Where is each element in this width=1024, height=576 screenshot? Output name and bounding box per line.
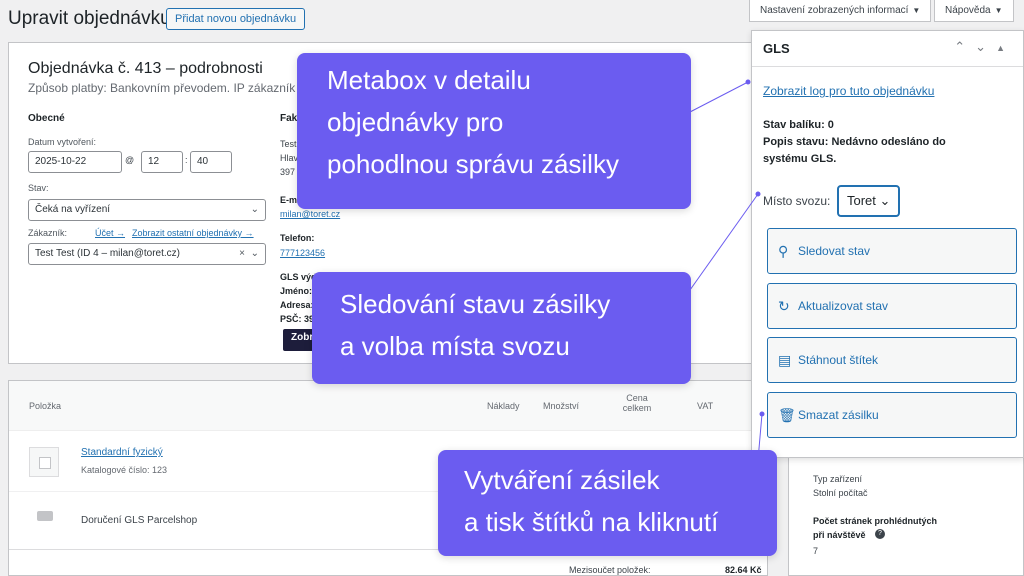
pickup-value: Toret xyxy=(847,193,876,208)
gls-metabox: GLS ⌃⌄▲ Zobrazit log pro tuto objednávku… xyxy=(751,30,1024,458)
callout-tracking: Sledování stavu zásilky a volba místa sv… xyxy=(312,272,691,384)
order-title: Objednávka č. 413 – podrobnosti xyxy=(28,60,263,77)
callout-line: Sledování stavu zásilky xyxy=(340,289,611,319)
device-type-value: Stolní počítač xyxy=(813,488,868,498)
hour-input[interactable]: 12 xyxy=(141,151,183,173)
screen-options-button[interactable]: Nastavení zobrazených informací ▼ xyxy=(749,0,932,22)
callout-line: Metabox v detailu xyxy=(327,65,531,95)
created-date-input[interactable]: 2025-10-22 xyxy=(28,151,122,173)
column-header: Náklady xyxy=(487,401,520,411)
email-link[interactable]: milan@toret.cz xyxy=(280,209,340,219)
pickup-label: Místo svozu: xyxy=(763,194,831,208)
column-header: Cena celkem xyxy=(622,393,652,413)
package-status: Stav balíku: 0 xyxy=(763,119,834,131)
column-header: VAT xyxy=(697,401,714,411)
gls-pickup-line: PSČ: 39 xyxy=(280,314,315,324)
status-description: Popis stavu: Nedávno odesláno do xyxy=(763,136,946,148)
callout-line: Vytváření zásilek xyxy=(464,465,660,495)
items-table-header: Položka Náklady Množství Cena celkem VAT xyxy=(9,381,767,431)
status-select[interactable]: Čeká na vyřízení ⌄ xyxy=(28,199,266,221)
gls-controls: ⌃⌄▲ xyxy=(954,39,1015,55)
email-label: E-m xyxy=(280,195,298,205)
other-orders-link[interactable]: Zobrazit ostatní objednávky → xyxy=(132,228,254,238)
callout-line: objednávky pro xyxy=(327,107,504,137)
caret-down-icon: ▼ xyxy=(912,6,921,15)
page-title: Upravit objednávku xyxy=(8,8,171,29)
column-header: Množství xyxy=(543,401,580,411)
callout-metabox: Metabox v detailu objednávky pro pohodln… xyxy=(297,53,691,209)
customer-label: Zákazník: xyxy=(28,228,68,238)
help-label: Nápověda xyxy=(945,5,991,16)
gls-header: GLS ⌃⌄▲ xyxy=(752,31,1023,67)
truck-icon xyxy=(37,511,53,521)
order-subtitle: Způsob platby: Bankovním převodem. IP zá… xyxy=(28,81,296,95)
chevron-down-icon[interactable]: ⌄ xyxy=(975,39,996,54)
callout-creation: Vytváření zásilek a tisk štítků na klikn… xyxy=(438,450,777,556)
refresh-icon: ↻ xyxy=(778,298,790,314)
chevron-down-icon: ⌄ xyxy=(250,248,259,259)
caret-down-icon: ▼ xyxy=(994,6,1003,15)
pdf-icon: ▤ xyxy=(778,352,792,368)
subtotal-value: 82.64 Kč xyxy=(725,565,762,575)
shipping-name: Doručení GLS Parcelshop xyxy=(81,515,198,526)
help-button[interactable]: Nápověda ▼ xyxy=(934,0,1014,22)
magnifier-icon: ⚲ xyxy=(778,243,789,259)
product-thumbnail xyxy=(29,447,59,477)
callout-line: a tisk štítků na kliknutí xyxy=(464,507,719,537)
gls-pickup-line: Jméno: xyxy=(280,286,313,296)
update-status-label: Aktualizovat stav xyxy=(798,299,889,313)
update-status-button[interactable]: ↻ Aktualizovat stav xyxy=(767,283,1017,329)
log-link[interactable]: Zobrazit log pro tuto objednávku xyxy=(763,84,934,98)
callout-line: a volba místa svozu xyxy=(340,331,570,361)
pages-label: při návštěvě xyxy=(813,530,866,540)
pages-label: Počet stránek prohlédnutých xyxy=(813,516,938,526)
customer-select[interactable]: Test Test (ID 4 – milan@toret.cz) × ⌄ xyxy=(28,243,266,265)
screen-options-label: Nastavení zobrazených informací xyxy=(760,5,909,16)
billing-line: Hlav xyxy=(280,153,299,163)
download-label-label: Stáhnout štítek xyxy=(798,353,879,367)
column-header: Položka xyxy=(29,401,62,411)
visit-info-box: Typ zařízení Stolní počítač Počet stráne… xyxy=(788,456,1024,576)
pages-value: 7 xyxy=(813,546,819,556)
subtotal-label: Mezisoučet položek: xyxy=(569,565,651,575)
gls-title: GLS xyxy=(763,41,790,56)
phone-label: Telefon: xyxy=(280,233,315,243)
chevron-down-icon: ⌄ xyxy=(879,193,891,208)
status-label: Stav: xyxy=(28,183,49,193)
product-sku: Katalogové číslo: 123 xyxy=(81,465,168,475)
billing-line: Test xyxy=(280,139,297,149)
status-description: systému GLS. xyxy=(763,153,837,165)
track-status-label: Sledovat stav xyxy=(798,244,871,258)
callout-line: pohodlnou správu zásilky xyxy=(327,149,619,179)
minute-input[interactable]: 40 xyxy=(190,151,232,173)
chevron-up-icon[interactable]: ⌃ xyxy=(954,39,975,54)
device-type-label: Typ zařízení xyxy=(813,474,863,484)
caret-up-icon[interactable]: ▲ xyxy=(996,43,1015,53)
chevron-down-icon: ⌄ xyxy=(250,204,259,215)
phone-link[interactable]: 777123456 xyxy=(280,248,325,258)
billing-heading: Fak xyxy=(280,113,298,124)
add-order-button[interactable]: Přidat novou objednávku xyxy=(166,8,306,30)
time-separator: : xyxy=(185,155,188,165)
pickup-select[interactable]: Toret ⌄ xyxy=(837,185,901,217)
billing-line: 397 xyxy=(280,167,296,177)
delete-shipment-button[interactable]: 🗑 Smazat zásilku xyxy=(767,392,1017,438)
created-label: Datum vytvoření: xyxy=(28,137,97,147)
general-heading: Obecné xyxy=(28,113,65,124)
help-icon[interactable]: ? xyxy=(875,529,885,539)
clear-icon[interactable]: × xyxy=(239,244,245,264)
delete-shipment-label: Smazat zásilku xyxy=(798,408,879,422)
trash-icon: 🗑 xyxy=(778,407,796,423)
download-label-button[interactable]: ▤ Stáhnout štítek xyxy=(767,337,1017,383)
gls-pickup-line: Adresa: xyxy=(280,300,314,310)
customer-value: Test Test (ID 4 – milan@toret.cz) xyxy=(35,248,181,259)
status-value: Čeká na vyřízení xyxy=(35,204,111,215)
at-sign: @ xyxy=(125,155,135,165)
product-link[interactable]: Standardní fyzický xyxy=(81,447,163,458)
account-link[interactable]: Účet → xyxy=(95,228,125,238)
track-status-button[interactable]: ⚲ Sledovat stav xyxy=(767,228,1017,274)
